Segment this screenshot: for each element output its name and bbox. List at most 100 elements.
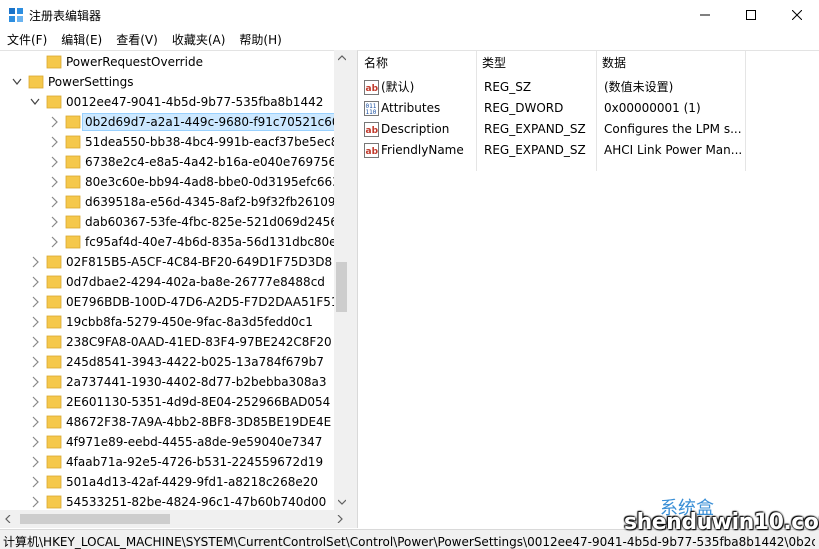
minimize-icon: [700, 14, 710, 16]
scroll-thumb[interactable]: [336, 262, 347, 312]
chevron-right-icon[interactable]: [30, 256, 40, 268]
chevron-right-icon[interactable]: [49, 236, 59, 248]
chevron-right-icon[interactable]: [30, 476, 40, 488]
value-name: FriendlyName: [381, 143, 464, 157]
chevron-left-icon: [5, 515, 11, 523]
value-type: REG_DWORD: [484, 101, 564, 115]
chevron-right-icon[interactable]: [30, 276, 40, 288]
watermark: 系统盒 shenduwin10.com: [620, 494, 819, 544]
chevron-right-icon[interactable]: [30, 436, 40, 448]
tree-horizontal-scrollbar[interactable]: [0, 510, 357, 528]
value-row[interactable]: ab (默认) REG_SZ (数值未设置): [358, 77, 819, 98]
folder-icon: [46, 295, 62, 309]
binary-value-icon: 011110: [364, 101, 379, 116]
value-type: REG_SZ: [484, 80, 532, 94]
chevron-right-icon[interactable]: [30, 296, 40, 308]
value-data: Configures the LPM s...: [604, 122, 742, 136]
tree-node[interactable]: 6738e2c4-e8a5-4a42-b16a-e040e769756e: [0, 152, 343, 172]
tree-node[interactable]: 48672F38-7A9A-4bb2-8BF8-3D85BE19DE4E: [0, 412, 334, 432]
chevron-down-icon: [337, 499, 346, 505]
chevron-right-icon[interactable]: [30, 496, 40, 508]
tree-node[interactable]: 2E601130-5351-4d9d-8E04-252966BAD054: [0, 392, 334, 412]
tree-node[interactable]: PowerSettings: [0, 72, 334, 92]
svg-text:ab: ab: [366, 147, 379, 157]
regedit-app-icon: [9, 8, 23, 22]
scroll-right-button[interactable]: [332, 510, 348, 528]
folder-icon: [65, 235, 81, 249]
tree-vertical-scrollbar[interactable]: [334, 50, 349, 510]
chevron-right-icon[interactable]: [30, 376, 40, 388]
tree-node[interactable]: 4f971e89-eebd-4455-a8de-9e59040e7347: [0, 432, 334, 452]
tree-node-label: 0012ee47-9041-4b5d-9b77-535fba8b1442: [66, 95, 324, 109]
column-header-type[interactable]: 类型: [476, 51, 596, 75]
tree-node[interactable]: fc95af4d-40e7-4b6d-835a-56d131dbc80e: [0, 232, 337, 252]
column-header-name[interactable]: 名称: [358, 51, 476, 75]
chevron-right-icon[interactable]: [49, 116, 59, 128]
scroll-down-button[interactable]: [334, 494, 349, 510]
folder-icon: [28, 75, 44, 89]
chevron-right-icon[interactable]: [30, 456, 40, 468]
value-name: Description: [381, 122, 450, 136]
chevron-right-icon[interactable]: [49, 156, 59, 168]
tree-node[interactable]: 0d7dbae2-4294-402a-ba8e-26777e8488cd: [0, 272, 334, 292]
tree-node[interactable]: 0E796BDB-100D-47D6-A2D5-F7D2DAA51F51: [0, 292, 339, 312]
pane-splitter[interactable]: [349, 50, 357, 510]
chevron-right-icon[interactable]: [49, 136, 59, 148]
tree-node-label: PowerRequestOverride: [66, 55, 203, 69]
tree-node[interactable]: 80e3c60e-bb94-4ad8-bbe0-0d3195efc663: [0, 172, 340, 192]
menu-edit[interactable]: 编辑(E): [54, 30, 109, 50]
chevron-up-icon: [337, 55, 346, 61]
value-row[interactable]: ab Description REG_EXPAND_SZ Configures the…: [358, 119, 819, 140]
folder-icon: [46, 55, 62, 69]
chevron-right-icon[interactable]: [30, 356, 40, 368]
value-row[interactable]: 011 110 Attributes REG_DWORD 0x00000001 (1): [358, 98, 819, 119]
key-tree[interactable]: PowerRequestOverride PowerSettings 0012ee4…: [0, 50, 349, 510]
menu-file[interactable]: 文件(F): [0, 30, 54, 50]
tree-node[interactable]: d639518a-e56d-4345-8af2-b9f32fb26109: [0, 192, 336, 212]
tree-node[interactable]: 0b2d69d7-a2a1-449c-9680-f91c70521c60: [0, 112, 343, 132]
chevron-right-icon[interactable]: [49, 176, 59, 188]
chevron-right-icon[interactable]: [30, 396, 40, 408]
menu-favorites[interactable]: 收藏夹(A): [165, 30, 233, 50]
scroll-up-button[interactable]: [334, 50, 349, 66]
tree-node[interactable]: 02F815B5-A5CF-4C84-BF20-649D1F75D3D8: [0, 252, 334, 272]
watermark-text: shenduwin10.com: [624, 510, 819, 535]
tree-node[interactable]: dab60367-53fe-4fbc-825e-521d069d2456: [0, 212, 338, 232]
maximize-icon: [746, 10, 756, 20]
chevron-down-icon[interactable]: [12, 76, 22, 88]
tree-node[interactable]: PowerRequestOverride: [0, 52, 334, 72]
chevron-right-icon[interactable]: [49, 216, 59, 228]
minimize-button[interactable]: [682, 0, 728, 30]
value-row[interactable]: ab FriendlyName REG_EXPAND_SZ AHCI Link Pow…: [358, 140, 819, 161]
chevron-right-icon[interactable]: [49, 196, 59, 208]
chevron-right-icon[interactable]: [30, 336, 40, 348]
maximize-button[interactable]: [728, 0, 774, 30]
tree-node[interactable]: 19cbb8fa-5279-450e-9fac-8a3d5fedd0c1: [0, 312, 334, 332]
value-list[interactable]: 名称 类型 数据 ab (默认) REG_SZ (数值未设置) 011 110 Attrib…: [357, 50, 819, 528]
string-value-icon: ab: [364, 80, 379, 95]
tree-node-label: 19cbb8fa-5279-450e-9fac-8a3d5fedd0c1: [66, 315, 313, 329]
title-bar: 注册表编辑器: [0, 0, 819, 30]
scroll-left-button[interactable]: [0, 510, 16, 528]
chevron-right-icon[interactable]: [30, 416, 40, 428]
chevron-right-icon: [337, 515, 343, 523]
chevron-down-icon[interactable]: [30, 96, 40, 108]
value-name: (默认): [381, 80, 415, 94]
tree-node-label: d639518a-e56d-4345-8af2-b9f32fb26109: [85, 195, 336, 209]
menu-view[interactable]: 查看(V): [109, 30, 165, 50]
h-scroll-thumb[interactable]: [20, 514, 170, 524]
tree-node[interactable]: 0012ee47-9041-4b5d-9b77-535fba8b1442: [0, 92, 334, 112]
tree-node[interactable]: 501a4d13-42af-4429-9fd1-a8218c268e20: [0, 472, 334, 492]
tree-node[interactable]: 238C9FA8-0AAD-41ED-83F4-97BE242C8F20: [0, 332, 334, 352]
tree-node-label: 501a4d13-42af-4429-9fd1-a8218c268e20: [66, 475, 318, 489]
menu-help[interactable]: 帮助(H): [232, 30, 288, 50]
chevron-right-icon[interactable]: [30, 316, 40, 328]
tree-node[interactable]: 4faab71a-92e5-4726-b531-224559672d19: [0, 452, 334, 472]
column-header-data[interactable]: 数据: [596, 51, 746, 75]
tree-node[interactable]: 54533251-82be-4824-96c1-47b60b740d00: [0, 492, 334, 510]
tree-node[interactable]: 51dea550-bb38-4bc4-991b-eacf37be5ec8: [0, 132, 338, 152]
close-icon: [792, 10, 802, 20]
tree-node[interactable]: 2a737441-1930-4402-8d77-b2bebba308a3: [0, 372, 334, 392]
close-button[interactable]: [774, 0, 819, 30]
tree-node[interactable]: 245d8541-3943-4422-b025-13a784f679b7: [0, 352, 334, 372]
